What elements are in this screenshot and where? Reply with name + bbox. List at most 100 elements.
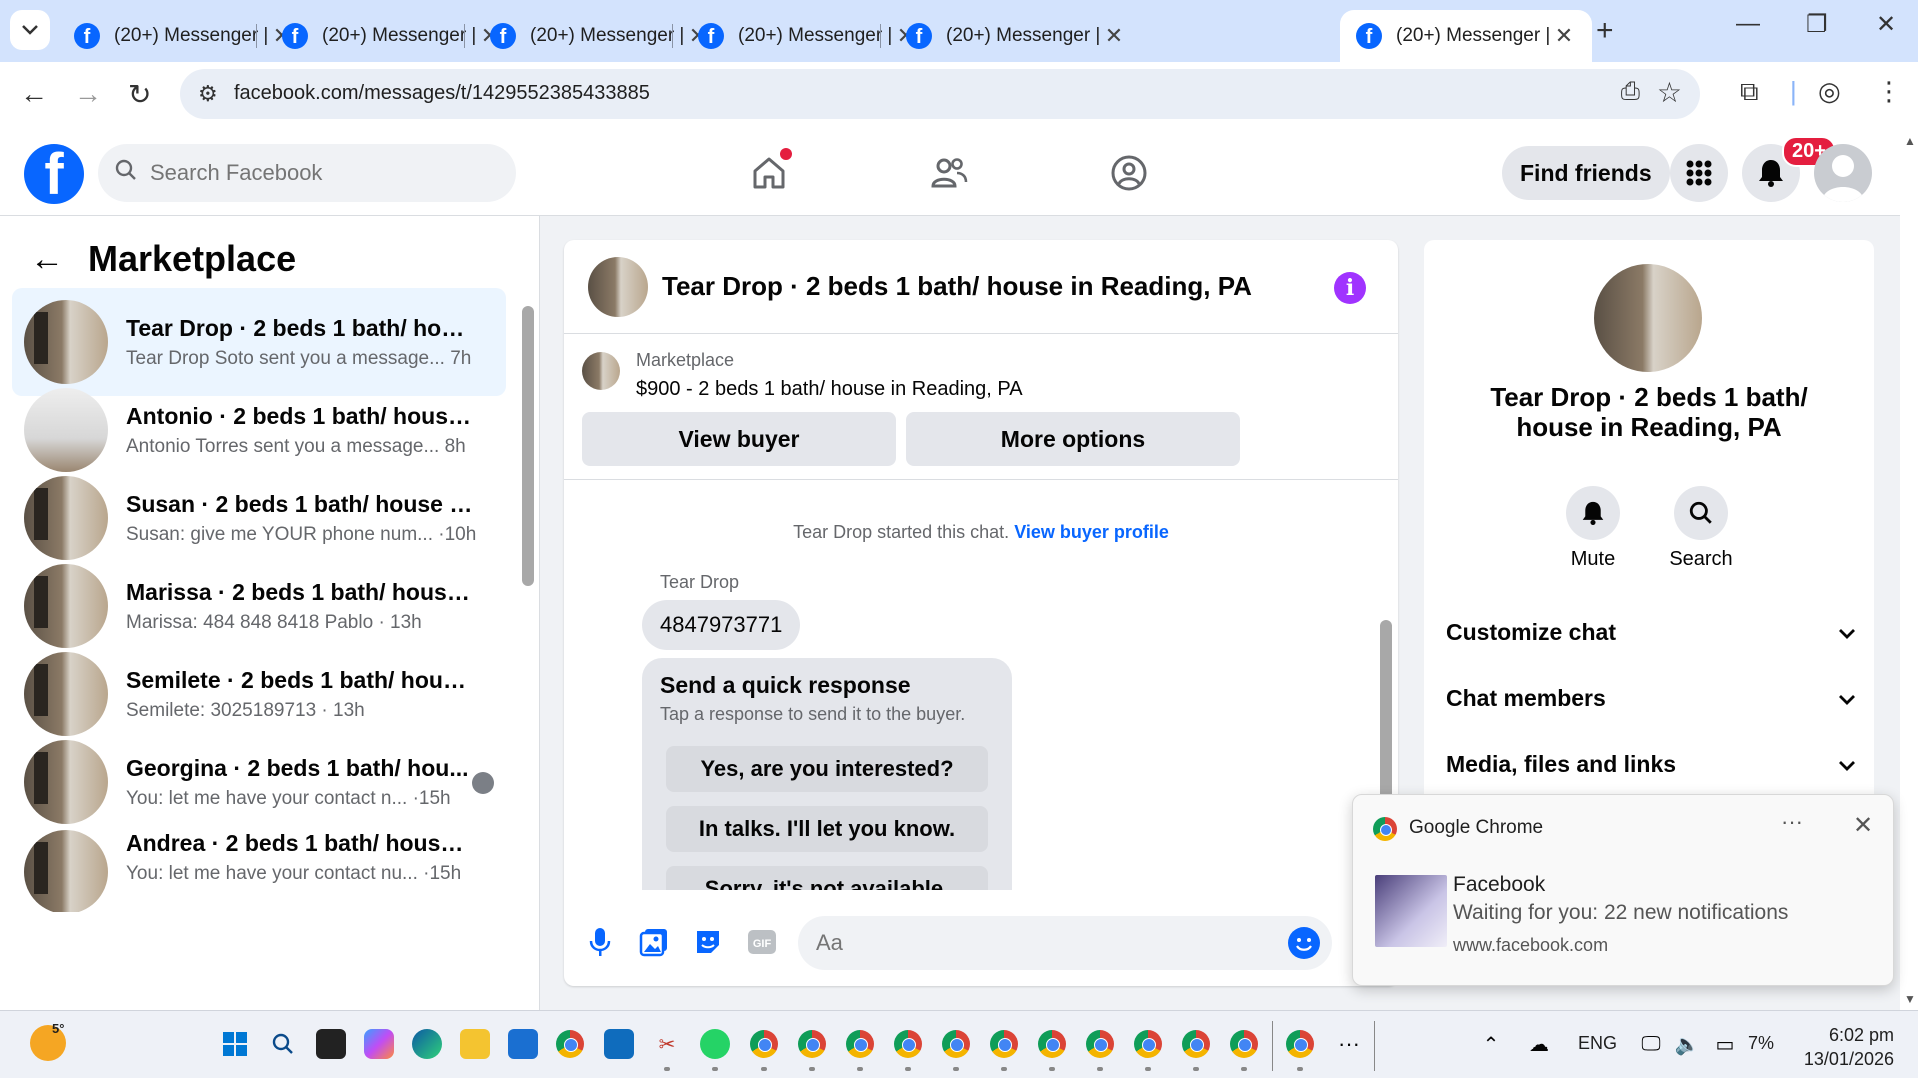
browser-menu-icon[interactable]: ⋮ (1876, 76, 1902, 107)
chrome-window-icon[interactable] (1134, 1030, 1162, 1058)
scrollbar-thumb[interactable] (1380, 620, 1392, 800)
running-indicator (1297, 1067, 1303, 1071)
network-icon[interactable]: 🖵 (1636, 1029, 1666, 1059)
sidebar-header: ← Marketplace (30, 238, 296, 280)
page-scrollbar[interactable]: ▲ ▼ (1900, 128, 1918, 1010)
nav-home[interactable] (744, 148, 794, 198)
copilot-icon[interactable] (364, 1029, 394, 1059)
scroll-up-icon[interactable]: ▲ (1904, 134, 1916, 148)
browser-tab-5[interactable]: f (20+) Messenger | ✕ (890, 10, 1142, 62)
photo-icon[interactable] (636, 924, 672, 960)
sidebar-scrollbar[interactable] (522, 296, 534, 806)
sticker-icon[interactable] (690, 924, 726, 960)
new-tab-icon[interactable]: + (1596, 14, 1614, 48)
chrome-window-icon[interactable] (1086, 1030, 1114, 1058)
facebook-favicon-icon: f (1356, 23, 1382, 49)
system-message-text: Tear Drop started this chat. (793, 522, 1010, 542)
edge-icon[interactable] (412, 1029, 442, 1059)
battery-icon[interactable]: ▭ (1710, 1029, 1740, 1059)
find-friends-button[interactable]: Find friends (1502, 146, 1670, 200)
minimize-icon[interactable]: — (1736, 10, 1760, 38)
scrollbar-thumb[interactable] (522, 306, 534, 586)
scroll-down-icon[interactable]: ▼ (1904, 992, 1916, 1006)
profile-icon[interactable]: ◎ (1818, 76, 1841, 107)
listing-title[interactable]: $900 - 2 beds 1 bath/ house in Reading, … (636, 378, 1023, 401)
close-tab-icon[interactable]: ✕ (1552, 23, 1576, 49)
more-options-button[interactable]: More options (906, 412, 1240, 466)
browser-tab-active[interactable]: f (20+) Messenger | ✕ (1340, 10, 1592, 62)
menu-button[interactable] (1670, 144, 1728, 202)
tray-chevron-up-icon[interactable]: ⌃ (1476, 1029, 1506, 1059)
task-view-icon[interactable] (316, 1029, 346, 1059)
chrome-window-icon[interactable] (1182, 1030, 1210, 1058)
back-arrow-icon[interactable]: ← (30, 240, 64, 279)
message-input[interactable] (816, 930, 1246, 956)
view-buyer-button[interactable]: View buyer (582, 412, 896, 466)
media-files-links-row[interactable]: Media, files and links (1446, 744, 1856, 784)
file-explorer-icon[interactable] (460, 1029, 490, 1059)
search-icon[interactable] (268, 1029, 298, 1059)
reload-icon[interactable]: ↻ (128, 78, 151, 111)
chrome-window-icon[interactable] (990, 1030, 1018, 1058)
customize-chat-row[interactable]: Customize chat (1446, 612, 1856, 652)
site-info-icon[interactable]: ⚙ (198, 81, 218, 107)
conversation-preview: Susan: give me YOUR phone num... ·10h (126, 523, 476, 545)
facebook-logo-icon[interactable]: f (24, 144, 84, 204)
emoji-icon[interactable] (1288, 927, 1320, 959)
chat-avatar[interactable] (588, 256, 648, 317)
bookmark-star-icon[interactable]: ☆ (1657, 76, 1682, 109)
system-clock[interactable]: 6:02 pm 13/01/2026 (1790, 1023, 1894, 1071)
window-close-icon[interactable]: ✕ (1876, 10, 1896, 39)
start-icon[interactable] (220, 1029, 250, 1059)
facebook-search[interactable] (98, 144, 516, 202)
more-apps-icon[interactable]: ··· (1334, 1029, 1364, 1059)
outlook-icon[interactable] (604, 1029, 634, 1059)
clock-time: 6:02 pm (1828, 1025, 1894, 1045)
gif-icon[interactable]: GIF (744, 924, 780, 960)
chrome-window-icon[interactable] (894, 1030, 922, 1058)
nav-friends[interactable] (924, 148, 974, 198)
microphone-icon[interactable] (582, 924, 618, 960)
snipping-tool-icon[interactable]: ✂ (652, 1029, 682, 1059)
search-action[interactable]: Search (1656, 486, 1746, 571)
quick-response-option[interactable]: Yes, are you interested? (666, 746, 988, 792)
chrome-window-icon[interactable] (1230, 1030, 1258, 1058)
message-bubble[interactable]: 4847973771 (642, 600, 801, 650)
onedrive-icon[interactable]: ☁ (1524, 1029, 1554, 1059)
language-indicator[interactable]: ENG (1578, 1033, 1617, 1054)
chrome-window-icon[interactable] (798, 1030, 826, 1058)
back-icon[interactable]: ← (20, 78, 48, 110)
chat-title[interactable]: Tear Drop · 2 beds 1 bath/ house in Read… (662, 271, 1252, 302)
quick-response-option[interactable]: Sorry, it's not available. (666, 866, 988, 890)
volume-icon[interactable]: 🔈 (1672, 1029, 1702, 1059)
whatsapp-icon[interactable] (700, 1029, 730, 1059)
account-avatar[interactable] (1814, 144, 1872, 202)
quick-response-option[interactable]: In talks. I'll let you know. (666, 806, 988, 852)
forward-icon[interactable]: → (74, 78, 102, 110)
chat-header: Tear Drop · 2 beds 1 bath/ house in Read… (564, 240, 1398, 334)
conversation-item[interactable]: Andrea · 2 beds 1 bath/ house in... You:… (12, 816, 506, 912)
chrome-window-icon[interactable] (1038, 1030, 1066, 1058)
profile-avatar[interactable] (1594, 264, 1702, 372)
restore-icon[interactable]: ❐ (1806, 10, 1828, 39)
chat-members-row[interactable]: Chat members (1446, 678, 1856, 718)
mute-action[interactable]: Mute (1548, 486, 1638, 571)
chrome-window-icon[interactable] (1286, 1030, 1314, 1058)
chrome-window-icon[interactable] (750, 1030, 778, 1058)
search-input[interactable] (150, 160, 470, 186)
chrome-icon[interactable] (556, 1030, 584, 1058)
close-tab-icon[interactable]: ✕ (1102, 23, 1126, 49)
address-bar[interactable]: ⚙ facebook.com/messages/t/14295523854338… (180, 69, 1700, 119)
install-app-icon[interactable]: ⎙ (1621, 78, 1640, 106)
view-buyer-profile-link[interactable]: View buyer profile (1014, 522, 1169, 542)
browser-toolbar: ← → ↻ ⚙ facebook.com/messages/t/14295523… (0, 62, 1918, 128)
store-icon[interactable] (508, 1029, 538, 1059)
tab-search-button[interactable] (10, 10, 50, 50)
chrome-notification[interactable]: Google Chrome ··· ✕ Facebook Waiting for… (1352, 794, 1894, 986)
chrome-window-icon[interactable] (846, 1030, 874, 1058)
extensions-icon[interactable]: ⧉ (1740, 76, 1759, 108)
facebook-header: f Find friends 20+ (0, 128, 1900, 216)
nav-groups[interactable] (1104, 148, 1154, 198)
info-icon[interactable]: i (1334, 272, 1366, 304)
chrome-window-icon[interactable] (942, 1030, 970, 1058)
